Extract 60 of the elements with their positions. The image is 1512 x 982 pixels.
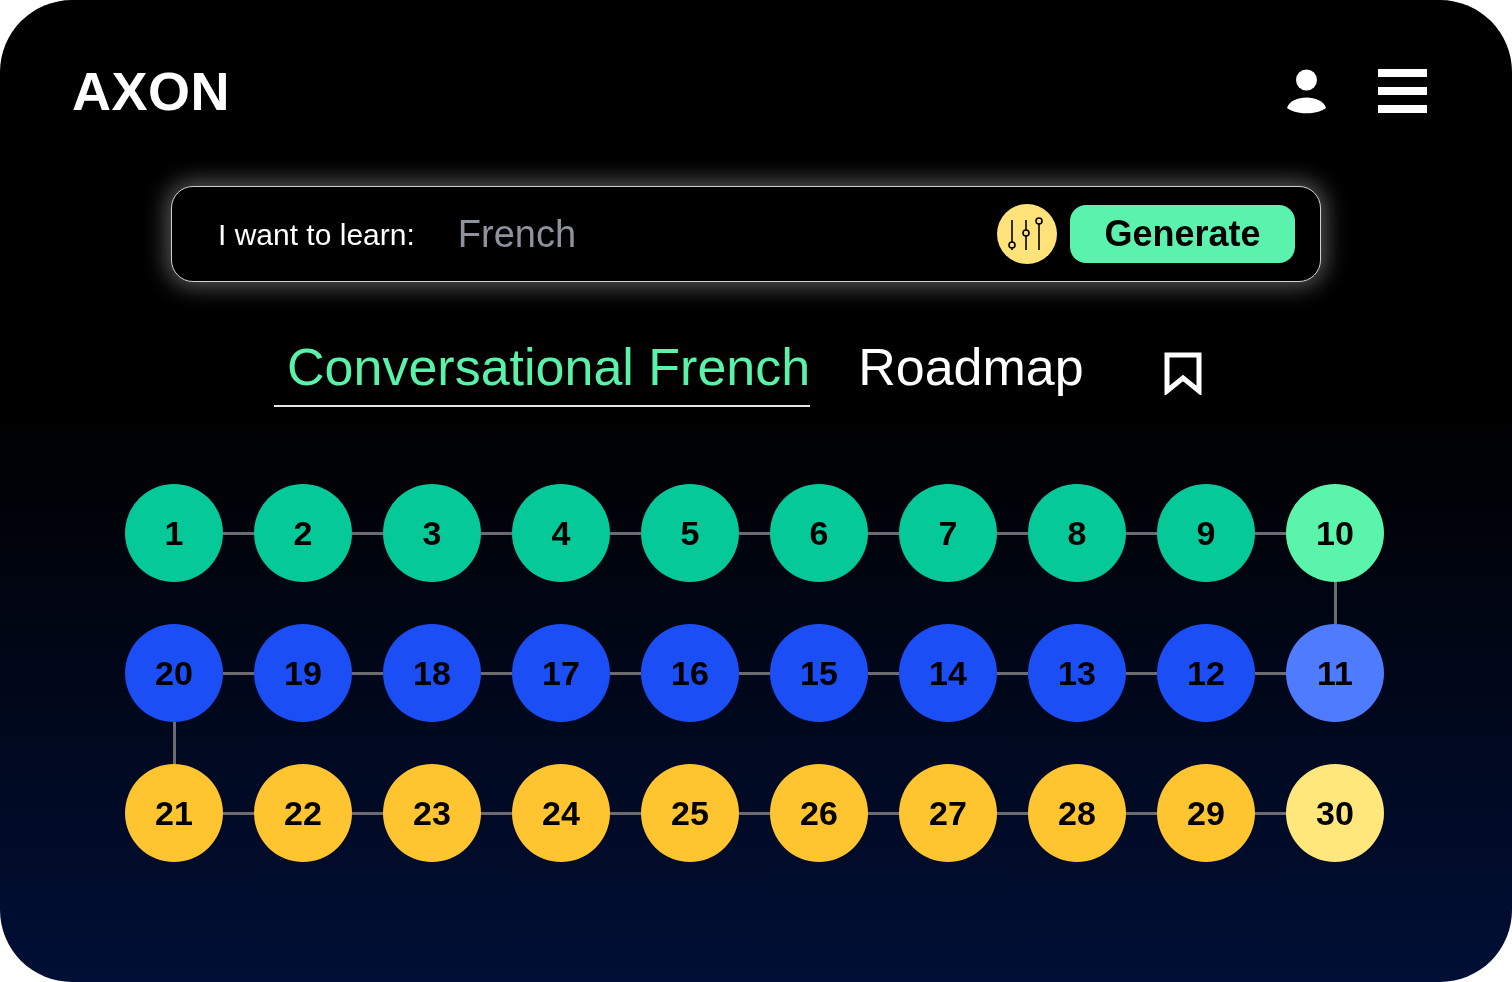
- step-node[interactable]: 5: [641, 484, 739, 583]
- generate-button[interactable]: Generate: [1070, 205, 1295, 263]
- step-node[interactable]: 21: [125, 764, 223, 863]
- step-node[interactable]: 10: [1286, 484, 1384, 583]
- connector-line: [481, 531, 512, 535]
- menu-icon[interactable]: [1378, 69, 1427, 113]
- connector-line: [739, 671, 770, 675]
- connector-line: [223, 811, 254, 815]
- step-node[interactable]: 22: [254, 764, 352, 863]
- sliders-icon[interactable]: [997, 204, 1057, 264]
- connector-line: [739, 531, 770, 535]
- connector-line: [1255, 671, 1286, 675]
- step-node[interactable]: 27: [899, 764, 997, 863]
- step-node[interactable]: 11: [1286, 624, 1384, 723]
- connector-line: [352, 671, 383, 675]
- connector-line: [352, 811, 383, 815]
- connector-line: [1334, 582, 1337, 625]
- connector-line: [481, 811, 512, 815]
- connector-line: [610, 531, 641, 535]
- connector-line: [868, 671, 899, 675]
- step-node[interactable]: 23: [383, 764, 481, 863]
- step-node[interactable]: 7: [899, 484, 997, 583]
- step-node[interactable]: 9: [1157, 484, 1255, 583]
- connector-line: [1126, 531, 1157, 535]
- step-node[interactable]: 2: [254, 484, 352, 583]
- connector-line: [223, 671, 254, 675]
- connector-line: [868, 531, 899, 535]
- connector-line: [223, 531, 254, 535]
- topic-title: Conversational French: [274, 336, 811, 408]
- step-node[interactable]: 4: [512, 484, 610, 583]
- connector-line: [997, 811, 1028, 815]
- topic-input[interactable]: French: [457, 209, 997, 259]
- logo-text: AXON: [72, 64, 230, 118]
- field-label: I want to learn:: [218, 216, 415, 253]
- step-node[interactable]: 6: [770, 484, 868, 583]
- connector-line: [481, 671, 512, 675]
- step-node[interactable]: 25: [641, 764, 739, 863]
- step-node[interactable]: 26: [770, 764, 868, 863]
- step-node[interactable]: 30: [1286, 764, 1384, 863]
- connector-line: [1255, 531, 1286, 535]
- connector-line: [868, 811, 899, 815]
- step-node[interactable]: 24: [512, 764, 610, 863]
- connector-line: [352, 531, 383, 535]
- user-icon[interactable]: [1287, 68, 1326, 114]
- step-node[interactable]: 8: [1028, 484, 1126, 583]
- connector-line: [1255, 811, 1286, 815]
- step-node[interactable]: 28: [1028, 764, 1126, 863]
- connector-line: [610, 811, 641, 815]
- connector-line: [739, 811, 770, 815]
- connector-line: [997, 531, 1028, 535]
- step-node[interactable]: 1: [125, 484, 223, 583]
- bookmark-icon[interactable]: [1163, 352, 1202, 395]
- connector-line: [610, 671, 641, 675]
- connector-line: [1126, 671, 1157, 675]
- roadmap-title: Roadmap: [858, 337, 1084, 398]
- step-node[interactable]: 29: [1157, 764, 1255, 863]
- connector-line: [1126, 811, 1157, 815]
- connector-line: [997, 671, 1028, 675]
- connector-line: [173, 722, 176, 765]
- step-node[interactable]: 3: [383, 484, 481, 583]
